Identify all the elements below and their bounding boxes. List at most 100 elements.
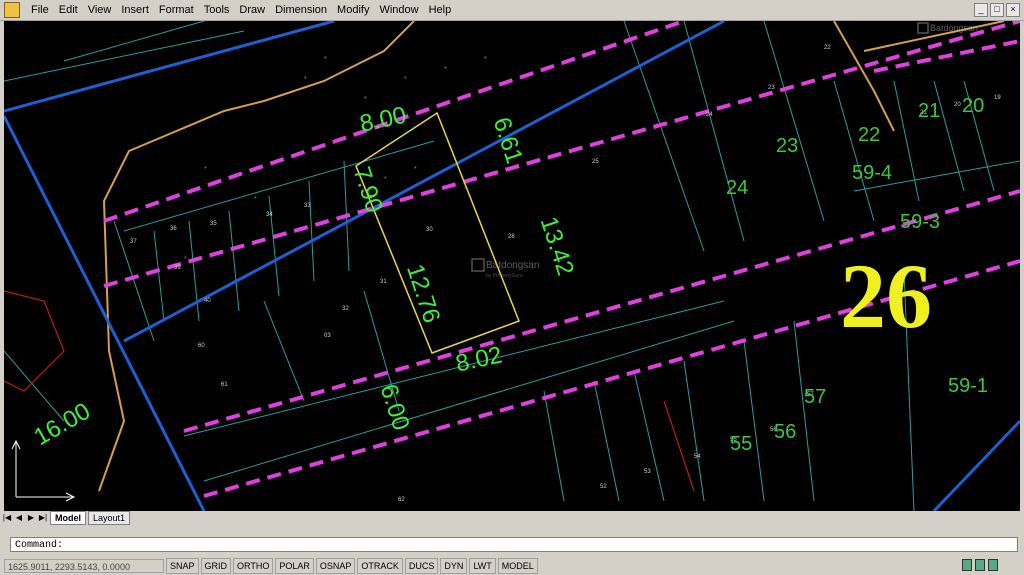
menu-tools[interactable]: Tools (199, 0, 235, 20)
tray-icon[interactable] (975, 559, 985, 571)
menu-format[interactable]: Format (154, 0, 199, 20)
menu-file[interactable]: File (26, 0, 54, 20)
menu-help[interactable]: Help (424, 0, 457, 20)
tab-model[interactable]: Model (50, 511, 86, 525)
osnap-toggle[interactable]: OSNAP (315, 558, 356, 574)
svg-text:*: * (464, 186, 467, 193)
svg-text:39: 39 (174, 265, 181, 271)
menu-view[interactable]: View (83, 0, 117, 20)
watermark-logo-icon (471, 258, 485, 272)
ducs-toggle[interactable]: DUCS (404, 558, 439, 574)
svg-text:*: * (444, 66, 447, 73)
svg-text:61: 61 (221, 382, 228, 388)
next-tab-icon[interactable]: ▶ (26, 513, 36, 523)
grid-toggle[interactable]: GRID (200, 558, 232, 574)
prev-tab-icon[interactable]: ◀ (14, 513, 24, 523)
svg-text:31: 31 (380, 279, 387, 285)
autocad-app-icon[interactable] (4, 2, 20, 18)
svg-text:40: 40 (204, 298, 211, 304)
svg-text:23: 23 (768, 85, 775, 91)
dimension-6-00: 6.00 (375, 381, 415, 434)
svg-text:34: 34 (266, 212, 273, 218)
svg-text:22: 22 (824, 45, 831, 51)
ortho-toggle[interactable]: ORTHO (233, 558, 274, 574)
svg-text:36: 36 (170, 226, 177, 232)
menu-modify[interactable]: Modify (332, 0, 374, 20)
status-tray (962, 559, 1002, 571)
svg-text:62: 62 (398, 497, 405, 503)
parcel-label-59-4: 59-4 (852, 162, 892, 184)
svg-text:20: 20 (954, 102, 961, 108)
svg-text:*: * (364, 96, 367, 103)
dimension-8-02: 8.02 (453, 341, 504, 377)
svg-text:24: 24 (706, 112, 713, 118)
svg-text:37: 37 (130, 239, 137, 245)
minimize-icon[interactable]: _ (974, 3, 988, 17)
svg-text:19: 19 (994, 95, 1001, 101)
svg-text:25: 25 (592, 159, 599, 165)
lwt-toggle[interactable]: LWT (469, 558, 496, 574)
svg-text:53: 53 (644, 469, 651, 475)
svg-text:33: 33 (304, 203, 311, 209)
dimension-13-42: 13.42 (535, 213, 579, 278)
close-icon[interactable]: × (1006, 3, 1020, 17)
svg-text:60: 60 (198, 343, 205, 349)
svg-text:*: * (184, 256, 187, 263)
svg-text:28: 28 (508, 234, 515, 240)
dyn-toggle[interactable]: DYN (440, 558, 468, 574)
drawing-canvas[interactable]: * * * * * * * * * * * * 37 36 35 34 33 39 40 32 03 60 6… (4, 21, 1020, 511)
layout-tabs-bar: |◀ ◀ ▶ ▶| Model Layout1 (0, 511, 1024, 525)
parcel-label-56: 56 (774, 421, 796, 443)
window-controls: _ □ × (974, 3, 1020, 17)
otrack-toggle[interactable]: OTRACK (357, 558, 403, 574)
parcel-label-57: 57 (804, 386, 826, 408)
status-bar: 1625.9011, 2293.5143, 0.0000 SNAP GRID O… (0, 557, 1024, 575)
svg-text:*: * (404, 76, 407, 83)
menu-bar: File Edit View Insert Format Tools Draw … (0, 0, 1024, 21)
svg-text:30: 30 (426, 227, 433, 233)
dimension-8-00: 8.00 (357, 102, 408, 138)
snap-toggle[interactable]: SNAP (166, 558, 199, 574)
first-tab-icon[interactable]: |◀ (2, 513, 12, 523)
svg-text:*: * (204, 166, 207, 173)
svg-text:*: * (324, 56, 327, 63)
svg-text:32: 32 (342, 306, 349, 312)
watermark-corner-logo-icon (917, 22, 929, 34)
tray-icon[interactable] (988, 559, 998, 571)
command-line[interactable]: Command: (10, 537, 1018, 552)
svg-text:*: * (384, 176, 387, 183)
parcel-label-21: 21 (918, 100, 940, 122)
tab-layout1[interactable]: Layout1 (88, 511, 131, 525)
menu-draw[interactable]: Draw (234, 0, 270, 20)
svg-text:*: * (484, 56, 487, 63)
svg-text:03: 03 (324, 333, 331, 339)
menu-dimension[interactable]: Dimension (270, 0, 332, 20)
svg-text:*: * (254, 196, 257, 203)
svg-text:*: * (304, 76, 307, 83)
menu-window[interactable]: Window (374, 0, 423, 20)
svg-text:*: * (414, 166, 417, 173)
cad-drawing: * * * * * * * * * * * * 37 36 35 34 33 39 40 32 03 60 6… (4, 21, 1020, 511)
watermark-corner-brand: Batdongsan (930, 23, 978, 33)
last-tab-icon[interactable]: ▶| (38, 513, 48, 523)
model-toggle[interactable]: MODEL (497, 558, 538, 574)
dimension-7-90: 7.90 (348, 163, 388, 216)
tray-icon[interactable] (962, 559, 972, 571)
parcel-label-59-3: 59-3 (900, 211, 940, 233)
menu-insert[interactable]: Insert (116, 0, 154, 20)
restore-icon[interactable]: □ (990, 3, 1004, 17)
parcel-label-55: 55 (730, 433, 752, 455)
dimension-16-00: 16.00 (29, 398, 95, 451)
svg-text:54: 54 (694, 454, 701, 460)
parcel-label-26: 26 (840, 245, 932, 347)
watermark-brand: Batdongsan (486, 260, 539, 271)
svg-text:35: 35 (210, 221, 217, 227)
parcel-label-23: 23 (776, 135, 798, 157)
polar-toggle[interactable]: POLAR (275, 558, 314, 574)
parcel-label-20: 20 (962, 95, 984, 117)
parcel-label-24: 24 (726, 177, 748, 199)
coordinate-readout: 1625.9011, 2293.5143, 0.0000 (4, 559, 164, 573)
svg-text:52: 52 (600, 484, 607, 490)
menu-edit[interactable]: Edit (54, 0, 83, 20)
dimension-6-61: 6.61 (488, 114, 528, 167)
